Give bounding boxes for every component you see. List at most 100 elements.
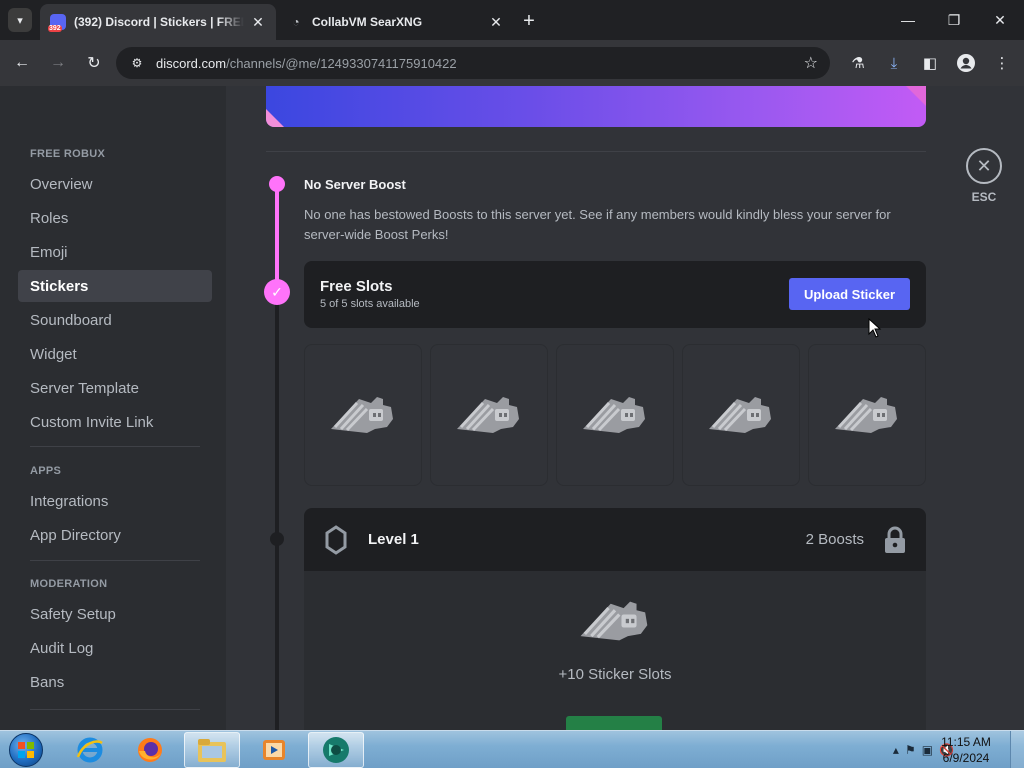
file-explorer-icon[interactable]: [184, 732, 240, 768]
start-button[interactable]: [6, 731, 46, 768]
sidebar-item-audit-log[interactable]: Audit Log: [18, 632, 212, 664]
browser-menu-icon[interactable]: ⋮: [990, 51, 1014, 75]
close-settings-icon[interactable]: ✕: [966, 148, 1002, 184]
no-server-boost-description: No one has bestowed Boosts to this serve…: [304, 207, 891, 242]
window-close-icon[interactable]: ✕: [986, 6, 1014, 34]
sticker-slot[interactable]: [682, 344, 800, 486]
sticker-slot[interactable]: [556, 344, 674, 486]
timeline-dot-icon: [269, 176, 285, 192]
minimize-icon[interactable]: —: [894, 6, 922, 34]
clock-time: 11:15 AM: [941, 735, 991, 749]
reload-icon[interactable]: ↻: [82, 51, 106, 75]
sidebar-item-roles[interactable]: Roles: [18, 202, 212, 234]
level-perk-sticker-slots: +10 Sticker Slots: [558, 666, 672, 683]
sidebar-header-server: FREE ROBUX: [30, 148, 106, 160]
lock-icon: [885, 526, 905, 553]
sticker-placeholder-icon: [709, 397, 771, 433]
sidebar-header-moderation: MODERATION: [30, 578, 108, 590]
boost-progress-line-locked: [275, 294, 279, 730]
tab-close-icon[interactable]: ✕: [488, 14, 504, 30]
firefox-icon[interactable]: [122, 732, 178, 768]
browser-toolbar: ← → ↻ ⚙ discord.com/channels/@me/1249330…: [0, 40, 1024, 86]
tab-close-icon[interactable]: ✕: [250, 14, 266, 30]
browser-tab-bar: ▾ 392 (392) Discord | Stickers | FREE R …: [0, 0, 1024, 40]
sidebar-item-custom-invite-link[interactable]: Custom Invite Link: [18, 406, 212, 438]
sidebar-item-soundboard[interactable]: Soundboard: [18, 304, 212, 336]
tab-discord[interactable]: 392 (392) Discord | Stickers | FREE R ✕: [40, 4, 276, 40]
back-arrow-icon[interactable]: ←: [10, 51, 34, 75]
url-text: discord.com/channels/@me/124933074117591…: [156, 56, 457, 71]
timeline-dot-icon: [270, 532, 284, 546]
windows-logo-icon: [9, 733, 43, 767]
sticker-slot[interactable]: [808, 344, 926, 486]
sidebar-divider: [30, 446, 200, 447]
tab-searxng[interactable]: ◔ CollabVM SearXNG ✕: [278, 4, 514, 40]
forward-arrow-icon[interactable]: →: [46, 51, 70, 75]
boost-gem-icon: [325, 525, 347, 555]
sticker-slot[interactable]: [304, 344, 422, 486]
sidebar-item-server-template[interactable]: Server Template: [18, 372, 212, 404]
free-slots-card: Free Slots 5 of 5 slots available Upload…: [304, 261, 926, 328]
restore-icon[interactable]: ❐: [940, 6, 968, 34]
level-title: Level 1: [368, 531, 419, 548]
sticker-placeholder-icon: [331, 397, 393, 433]
action-center-flag-icon[interactable]: ⚑: [905, 743, 916, 757]
url-path: /channels/@me/1249330741175910422: [226, 55, 457, 71]
sidebar-header-apps: APPS: [30, 465, 62, 477]
show-desktop-button[interactable]: [1010, 731, 1024, 768]
chrome-window-icon[interactable]: [308, 732, 364, 768]
sticker-placeholder-icon: [580, 601, 648, 641]
sidebar-item-integrations[interactable]: Integrations: [18, 485, 212, 517]
show-hidden-icons-icon[interactable]: ▴: [893, 743, 899, 757]
windows-taskbar: ▴ ⚑ ▣ 🔇 11:15 AM 6/9/2024: [0, 730, 1024, 768]
banner-decoration: [266, 109, 284, 127]
discord-favicon-icon: 392: [48, 14, 66, 32]
free-slots-title: Free Slots: [320, 278, 393, 295]
section-divider: [266, 151, 926, 152]
clock-date: 6/9/2024: [942, 751, 990, 765]
mouse-cursor-icon: [868, 318, 882, 338]
sidebar-item-app-directory[interactable]: App Directory: [18, 519, 212, 551]
searxng-favicon-icon: ◔: [292, 15, 300, 29]
site-settings-icon[interactable]: ⚙: [128, 54, 146, 72]
sticker-placeholder-icon: [583, 397, 645, 433]
upload-sticker-button[interactable]: Upload Sticker: [789, 278, 910, 310]
stickers-settings-content: ✓ No Server Boost No one has bestowed Bo…: [226, 86, 1024, 730]
media-player-icon[interactable]: [246, 732, 302, 768]
sidebar-item-stickers[interactable]: Stickers: [18, 270, 212, 302]
labs-flask-icon[interactable]: ⚗: [846, 51, 870, 75]
free-slots-count: 5 of 5 slots available: [320, 298, 420, 310]
sidebar-divider: [30, 560, 200, 561]
boost-button[interactable]: [566, 716, 662, 730]
level-boosts-required: 2 Boosts: [805, 531, 864, 548]
notification-badge: 392: [48, 25, 62, 32]
sticker-placeholder-icon: [835, 397, 897, 433]
internet-explorer-icon[interactable]: [62, 732, 118, 768]
side-panel-icon[interactable]: ◧: [918, 51, 942, 75]
system-clock[interactable]: 11:15 AM 6/9/2024: [934, 734, 998, 766]
banner-decoration: [896, 86, 926, 106]
level-1-card: Level 1 2 Boosts: [304, 508, 926, 571]
sidebar-item-bans[interactable]: Bans: [18, 666, 212, 698]
sidebar-divider: [30, 709, 200, 710]
boost-progress-line: [275, 184, 279, 294]
download-icon[interactable]: ⤓: [882, 51, 906, 75]
boost-banner: [266, 86, 926, 127]
tab-search-chevron-icon[interactable]: ▾: [8, 8, 32, 32]
sidebar-item-safety-setup[interactable]: Safety Setup: [18, 598, 212, 630]
sidebar-item-emoji[interactable]: Emoji: [18, 236, 212, 268]
profile-avatar-icon[interactable]: [954, 51, 978, 75]
sticker-placeholder-icon: [457, 397, 519, 433]
sticker-slot[interactable]: [430, 344, 548, 486]
sidebar-item-overview[interactable]: Overview: [18, 168, 212, 200]
checkmark-icon: ✓: [264, 279, 290, 305]
address-bar[interactable]: ⚙ discord.com/channels/@me/1249330741175…: [116, 47, 830, 79]
bookmark-star-icon[interactable]: ☆: [804, 53, 818, 73]
esc-label: ESC: [971, 190, 997, 204]
url-host: discord.com: [156, 55, 227, 71]
new-tab-plus-icon[interactable]: +: [518, 10, 540, 32]
network-icon[interactable]: ▣: [922, 743, 933, 757]
tab-title: (392) Discord | Stickers | FREE R: [74, 15, 244, 29]
no-server-boost-title: No Server Boost: [304, 177, 406, 192]
sidebar-item-widget[interactable]: Widget: [18, 338, 212, 370]
